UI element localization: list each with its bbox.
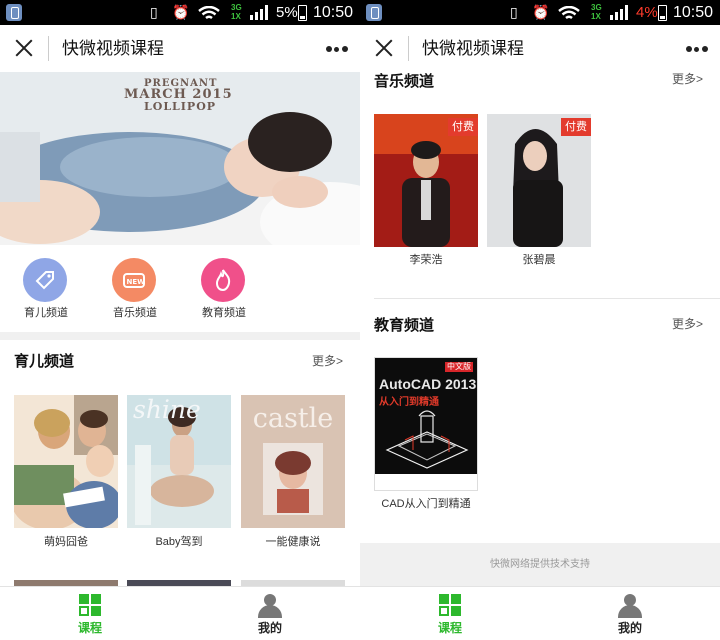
grid-icon	[79, 594, 101, 616]
more-link-music[interactable]: 更多>	[672, 71, 703, 87]
tag-icon	[23, 258, 67, 302]
channel-label: 音乐频道	[113, 307, 157, 319]
tab-label: 课程	[437, 621, 462, 635]
section-title-education: 教育频道	[374, 317, 435, 334]
course-caption: Baby驾到	[155, 536, 203, 548]
cover-title: castle	[252, 403, 334, 434]
tab-courses[interactable]: 课程	[360, 587, 540, 640]
app-notification-icon	[366, 4, 382, 21]
course-caption: 李荣浩	[409, 254, 443, 266]
flame-icon	[201, 258, 245, 302]
nav-divider	[408, 36, 409, 61]
person-icon	[257, 594, 283, 618]
phone-screen-scrolled: ▯ ⏰ 3G 1X 4% 10:50 快微视频课程 音乐频道 更多> 付费 李荣…	[360, 0, 720, 640]
phone-screen-home: ▯ ⏰ 3G 1X 5% 10:50 快微视频课程 PREGNANT MARCH…	[0, 0, 360, 640]
grid-icon	[439, 594, 461, 616]
status-bar: ▯ ⏰ 3G 1X 5% 10:50	[0, 0, 360, 25]
wifi-icon	[558, 6, 580, 20]
nav-bar: 快微视频课程	[0, 25, 360, 72]
section-title-music: 音乐频道	[374, 73, 435, 90]
section-title-parenting: 育儿频道	[14, 353, 75, 370]
tab-label: 课程	[77, 621, 102, 635]
banner-text-line3: LOLLIPOP	[144, 100, 217, 113]
course-caption: 萌妈囧爸	[44, 536, 88, 548]
course-thumbnail[interactable]: castle	[241, 395, 345, 528]
battery-icon	[658, 5, 667, 21]
paid-badge: 付费	[561, 118, 591, 136]
footer-text: 快微网络提供技术支持	[490, 559, 590, 570]
network-type-label: 3G	[231, 3, 242, 12]
footer: 快微网络提供技术支持	[360, 543, 720, 586]
vibrate-icon: ▯	[150, 4, 158, 20]
tab-mine[interactable]: 我的	[540, 587, 720, 640]
course-caption: 一能健康说	[265, 536, 321, 548]
close-icon[interactable]	[372, 36, 396, 60]
new-badge-icon: NEW	[112, 258, 156, 302]
status-bar: ▯ ⏰ 3G 1X 4% 10:50	[360, 0, 720, 25]
tab-label: 我的	[617, 621, 642, 635]
section-divider	[0, 332, 360, 340]
course-thumbnail[interactable]: 付费	[487, 114, 591, 247]
more-options-icon[interactable]	[686, 46, 708, 52]
course-caption: 张碧晨	[522, 254, 556, 266]
page-title: 快微视频课程	[62, 39, 164, 58]
course-thumbnail[interactable]	[14, 395, 118, 528]
cover-title: shine	[133, 395, 201, 424]
app-notification-icon	[6, 4, 22, 21]
tab-bar: 课程 我的	[0, 586, 360, 640]
course-caption: CAD从入门到精通	[381, 498, 471, 510]
clock: 10:50	[673, 4, 714, 21]
tab-label: 我的	[257, 621, 282, 635]
channel-label: 育儿频道	[24, 307, 68, 319]
cover-tag: 中文版	[445, 362, 473, 372]
channel-label: 教育频道	[202, 307, 246, 319]
banner-image[interactable]: PREGNANT MARCH 2015 LOLLIPOP	[0, 72, 360, 245]
cover-illustration	[385, 410, 469, 469]
network-sub-label: 1X	[591, 12, 601, 21]
more-options-icon[interactable]	[326, 46, 348, 52]
network-type-label: 3G	[591, 3, 602, 12]
svg-text:NEW: NEW	[127, 278, 146, 286]
battery-icon	[298, 5, 307, 21]
clock: 10:50	[313, 4, 354, 21]
page-title: 快微视频课程	[422, 39, 524, 58]
alarm-icon: ⏰	[532, 4, 550, 20]
tab-bar: 课程 我的	[360, 586, 720, 640]
section-divider	[374, 298, 720, 299]
battery-percent: 5%	[276, 4, 298, 21]
signal-icon	[610, 5, 632, 20]
course-thumbnail[interactable]: shine	[127, 395, 231, 528]
alarm-icon: ⏰	[172, 4, 190, 20]
signal-icon	[250, 5, 272, 20]
person-icon	[617, 594, 643, 618]
tab-mine[interactable]: 我的	[180, 587, 360, 640]
cover-title: AutoCAD 2013	[379, 376, 477, 392]
network-sub-label: 1X	[231, 12, 241, 21]
nav-bar: 快微视频课程	[360, 25, 720, 72]
more-link-parenting[interactable]: 更多>	[312, 353, 343, 369]
wifi-icon	[198, 6, 220, 20]
close-icon[interactable]	[12, 36, 36, 60]
nav-divider	[48, 36, 49, 61]
course-thumbnail[interactable]: 中文版 AutoCAD 2013 从入门到精通	[374, 357, 478, 491]
vibrate-icon: ▯	[510, 4, 518, 20]
paid-badge: 付费	[448, 118, 478, 136]
more-link-education[interactable]: 更多>	[672, 316, 703, 332]
course-thumbnail[interactable]: 付费	[374, 114, 478, 247]
battery-percent: 4%	[636, 4, 658, 21]
tab-courses[interactable]: 课程	[0, 587, 180, 640]
cover-subtitle: 从入门到精通	[379, 397, 439, 408]
